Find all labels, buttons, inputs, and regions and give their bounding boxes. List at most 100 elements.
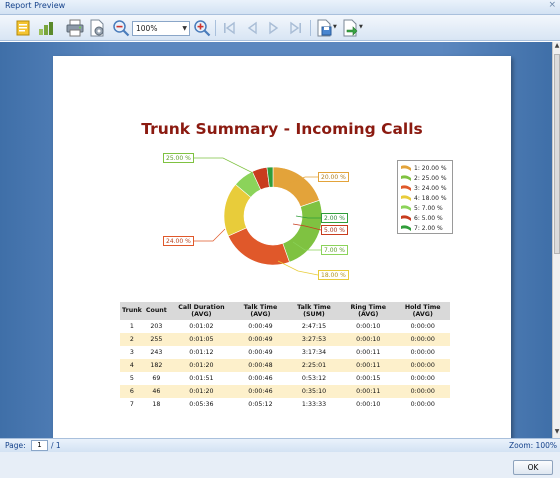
table-row: 3 243 0:01:12 0:00:49 3:17:34 0:00:11 0:00:00 (120, 346, 450, 359)
donut-slice-1 (272, 166, 320, 208)
table-cell: 4 (120, 359, 144, 372)
table-row: 2 255 0:01:05 0:00:49 3:27:53 0:00:10 0:00:00 (120, 333, 450, 346)
legend-swatch (401, 175, 411, 181)
legend-item: 5: 7.00 % (400, 204, 454, 213)
chevron-down-icon[interactable]: ▼ (359, 24, 363, 30)
table-cell: 0:00:00 (410, 323, 435, 330)
table-cell: 0:00:15 (356, 375, 381, 382)
previous-page-icon[interactable] (243, 19, 261, 37)
page-setup-icon[interactable] (88, 19, 106, 37)
legend-label: 3: 24.00 % (414, 185, 447, 192)
column-header: Talk Time (AVG) (234, 302, 287, 320)
toolbar-separator (215, 20, 216, 36)
zoom-select-value: 100% (136, 24, 158, 33)
legend-swatch (401, 195, 411, 201)
save-icon[interactable] (315, 19, 333, 37)
scroll-up-icon[interactable]: ▲ (553, 42, 560, 52)
legend-swatch (401, 215, 411, 221)
table-cell: 6 (120, 385, 144, 398)
legend-item: 7: 2.00 % (400, 224, 454, 233)
table-cell: 0:00:00 (395, 385, 450, 398)
table-row: 1 203 0:01:02 0:00:49 2:47:15 0:00:10 0:00:00 (120, 320, 450, 333)
table-cell: 0:00:00 (410, 349, 435, 356)
scrollbar-thumb[interactable] (554, 54, 560, 254)
window-title: Report Preview (5, 1, 66, 10)
ok-button[interactable]: OK (513, 460, 553, 475)
callout-label: 7.00 % (321, 245, 348, 255)
legend-item: 2: 25.00 % (400, 174, 454, 183)
column-header: Ring Time (AVG) (341, 302, 396, 320)
report-page: Trunk Summary - Incoming Calls 2 5.00 % 2… (53, 56, 511, 438)
table-cell: 18 (152, 401, 161, 408)
table-cell: 0:00:10 (356, 401, 381, 408)
table-cell: 0:00:00 (395, 359, 450, 372)
legend-item: 3: 24.00 % (400, 184, 454, 193)
zoom-in-icon[interactable] (193, 19, 211, 37)
trunk-summary-table: Trunk Count Call Duration (AVG) Talk Tim… (120, 302, 450, 411)
table-cell: 0:00:48 (234, 359, 287, 372)
page-label: Page: (5, 441, 26, 450)
table-cell: 2:47:15 (301, 323, 327, 330)
last-page-icon[interactable] (287, 19, 305, 37)
legend-swatch (401, 165, 411, 171)
column-header: Call Duration (AVG) (168, 302, 235, 320)
table-cell: 0:00:00 (395, 333, 450, 346)
page-total: / 1 (51, 441, 61, 450)
table-cell: 3:27:53 (286, 333, 342, 346)
scroll-down-icon[interactable]: ▼ (553, 428, 560, 438)
table-cell: 2 (120, 333, 144, 346)
table-cell: 0:01:51 (189, 375, 214, 382)
legend-item: 6: 5.00 % (400, 214, 454, 223)
table-cell: 46 (143, 385, 169, 398)
legend-label: 7: 2.00 % (414, 225, 443, 232)
report-viewer[interactable]: Trunk Summary - Incoming Calls 2 5.00 % 2… (0, 42, 552, 438)
table-cell: 5 (129, 375, 134, 382)
table-cell: 0:05:36 (189, 401, 214, 408)
next-page-icon[interactable] (265, 19, 283, 37)
callout-label: 18.00 % (318, 270, 349, 280)
legend-item: 4: 18.00 % (400, 194, 454, 203)
report-title: Trunk Summary - Incoming Calls (141, 120, 423, 138)
legend-label: 1: 20.00 % (414, 165, 447, 172)
table-cell: 0:00:49 (234, 333, 287, 346)
zoom-readout: Zoom: 100% (509, 441, 557, 450)
legend-label: 2: 25.00 % (414, 175, 447, 182)
table-row: 7 18 0:05:36 0:05:12 1:33:33 0:00:10 0:00:00 (120, 398, 450, 411)
table-cell: 255 (143, 333, 169, 346)
export-icon[interactable] (341, 19, 359, 37)
table-cell: 0:53:12 (301, 375, 327, 382)
chevron-down-icon[interactable]: ▼ (333, 24, 337, 30)
vertical-scrollbar[interactable]: ▲ ▼ (552, 42, 560, 438)
first-page-icon[interactable] (220, 19, 238, 37)
table-cell: 0:01:20 (168, 385, 235, 398)
legend-item: 1: 20.00 % (400, 164, 454, 173)
table-cell: 0:00:10 (341, 333, 396, 346)
table-cell: 0:00:00 (410, 401, 435, 408)
table-cell: 0:00:49 (248, 323, 273, 330)
zoom-select[interactable]: 100% ▼ (132, 21, 190, 36)
table-cell: 1 (129, 323, 134, 330)
chart-legend: 1: 20.00 % 2: 25.00 % 3: 24.00 % 4: 18.00 %… (397, 160, 453, 234)
table-row: 5 69 0:01:51 0:00:46 0:53:12 0:00:15 0:00:00 (120, 372, 450, 385)
donut-slice-2 (282, 199, 323, 263)
callout-label: 5.00 % (321, 225, 348, 235)
toolbar-separator (310, 20, 311, 36)
document-map-icon[interactable] (14, 19, 32, 37)
table-cell: 243 (150, 349, 163, 356)
print-icon[interactable] (66, 19, 84, 37)
zoom-out-icon[interactable] (112, 19, 130, 37)
close-icon[interactable]: × (548, 0, 556, 10)
table-cell: 0:00:11 (356, 349, 381, 356)
table-cell: 3:17:34 (301, 349, 327, 356)
status-bar: Page: 1 / 1 Zoom: 100% (0, 438, 560, 452)
legend-swatch (401, 225, 411, 231)
table-cell: 0:01:02 (189, 323, 214, 330)
table-cell: 0:00:10 (356, 323, 381, 330)
page-number-input[interactable]: 1 (31, 440, 48, 451)
chevron-down-icon[interactable]: ▼ (182, 22, 187, 35)
table-cell: 0:01:12 (189, 349, 214, 356)
legend-label: 4: 18.00 % (414, 195, 447, 202)
table-cell: 2:25:01 (286, 359, 342, 372)
parameters-icon[interactable] (37, 19, 55, 37)
table-cell: 0:05:12 (248, 401, 273, 408)
